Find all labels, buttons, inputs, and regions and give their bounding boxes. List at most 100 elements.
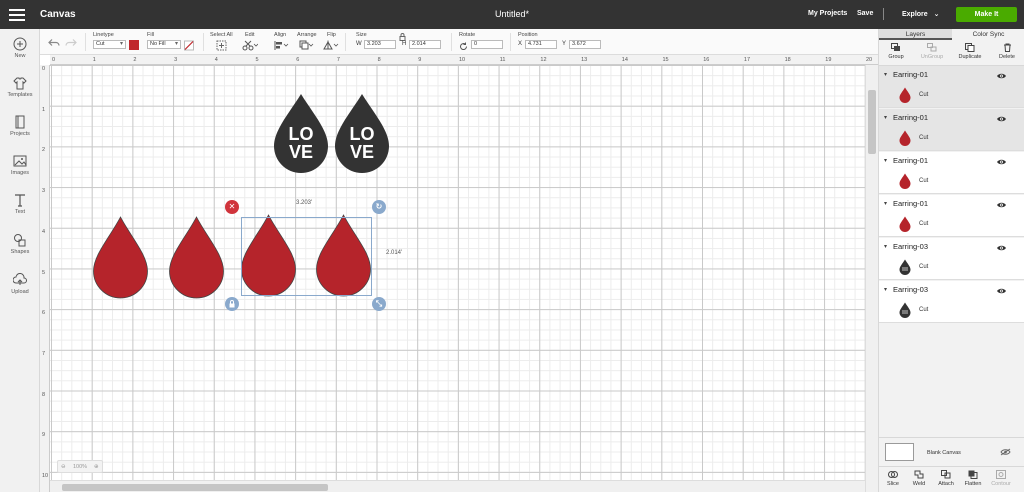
layer-visibility-toggle[interactable] <box>996 72 1007 82</box>
y-position-input[interactable]: 3.672 <box>569 40 601 49</box>
explore-label: Explore <box>902 11 928 18</box>
selection-box[interactable] <box>241 217 372 296</box>
vertical-scrollbar[interactable] <box>865 65 878 492</box>
scissors-icon[interactable] <box>242 40 258 51</box>
love-earring-shape-1[interactable]: LO VE <box>272 92 330 174</box>
layer-name: Earring-01 <box>893 156 929 165</box>
height-input[interactable]: 2.014 <box>409 40 441 49</box>
visibility-eye-icon[interactable] <box>996 201 1007 209</box>
visibility-eye-icon[interactable] <box>996 244 1007 252</box>
layer-group-row[interactable]: ▾ Earring-01 Cut <box>879 109 1024 151</box>
caret-down-icon[interactable]: ▾ <box>884 243 887 250</box>
menu-icon[interactable] <box>9 9 25 21</box>
fill-select[interactable]: No Fill <box>147 40 181 49</box>
slice-button[interactable]: Slice <box>881 470 905 487</box>
nav-label: Shapes <box>10 249 30 255</box>
layer-visibility-toggle[interactable] <box>996 115 1007 125</box>
hide-eye-icon[interactable] <box>1000 448 1011 456</box>
my-projects-link[interactable]: My Projects <box>808 10 847 17</box>
nav-new[interactable]: New <box>0 37 40 69</box>
layer-group-row[interactable]: ▾ Earring-03 Cut <box>879 238 1024 280</box>
nav-upload[interactable]: Upload <box>0 273 40 305</box>
caret-down-icon[interactable]: ▾ <box>884 286 887 293</box>
linetype-color-swatch[interactable] <box>129 40 139 50</box>
layer-group-row[interactable]: ▾ Earring-03 Cut <box>879 281 1024 323</box>
no-fill-swatch-icon[interactable] <box>184 40 194 51</box>
visibility-eye-icon[interactable] <box>996 287 1007 295</box>
love-earring-shape-2[interactable]: LO VE <box>333 92 391 174</box>
duplicate-button[interactable]: Duplicate <box>955 43 985 60</box>
horizontal-scroll-thumb[interactable] <box>62 484 328 491</box>
delete-button[interactable]: Delete <box>992 43 1022 60</box>
lock-handle-icon[interactable] <box>225 297 239 311</box>
nav-projects[interactable]: Projects <box>0 115 40 147</box>
left-toolbar: New Templates Projects Images Text Shape… <box>0 29 40 492</box>
group-button[interactable]: Group <box>881 43 911 60</box>
weld-label: Weld <box>912 481 926 487</box>
flip-icon[interactable] <box>323 40 339 51</box>
delete-handle-icon[interactable]: ✕ <box>225 200 239 214</box>
nav-templates[interactable]: Templates <box>0 76 40 108</box>
arrange-icon[interactable] <box>299 40 314 51</box>
layer-visibility-toggle[interactable] <box>996 201 1007 211</box>
design-canvas[interactable]: 0 1 2 3 4 5 6 7 8 9 10 11 12 13 14 15 16 17 18 19 20 0123456… <box>40 55 878 492</box>
blank-canvas-row[interactable]: Blank Canvas <box>879 437 1024 466</box>
resize-handle-icon[interactable]: ⤡ <box>372 297 386 311</box>
text-t-icon <box>15 194 25 207</box>
layer-group-row[interactable]: ▾ Earring-01 Cut <box>879 152 1024 194</box>
x-position-input[interactable]: 4.731 <box>525 40 557 49</box>
linetype-select[interactable]: Cut <box>93 40 126 49</box>
love-text-bottom: VE <box>289 142 313 162</box>
contour-button[interactable]: Contour <box>989 470 1013 487</box>
layer-visibility-toggle[interactable] <box>996 158 1007 168</box>
visibility-eye-icon[interactable] <box>996 115 1007 123</box>
tab-color-sync[interactable]: Color Sync <box>952 29 1024 40</box>
align-icon[interactable] <box>274 40 289 51</box>
blank-canvas-swatch[interactable] <box>885 443 914 461</box>
lock-icon[interactable] <box>399 33 406 41</box>
layer-thumbnail <box>899 130 911 148</box>
rotate-handle-icon[interactable]: ↻ <box>372 200 386 214</box>
weld-icon <box>914 470 924 479</box>
select-all-icon[interactable] <box>216 40 227 51</box>
nav-text[interactable]: Text <box>0 193 40 225</box>
width-input[interactable]: 3.203 <box>364 40 396 49</box>
nav-shapes[interactable]: Shapes <box>0 233 40 265</box>
flatten-label: Flatten <box>964 481 982 487</box>
nav-images[interactable]: Images <box>0 154 40 186</box>
visibility-eye-icon[interactable] <box>996 72 1007 80</box>
undo-icon[interactable] <box>48 37 60 48</box>
ruler-top-number: 16 <box>703 57 710 63</box>
layer-visibility-toggle[interactable] <box>996 287 1007 297</box>
rotate-label: Rotate <box>459 32 476 38</box>
red-earring-shape-2[interactable] <box>168 215 225 301</box>
caret-down-icon[interactable]: ▾ <box>884 114 887 121</box>
app-title: Canvas <box>40 9 76 20</box>
layer-group-row[interactable]: ▾ Earring-01 Cut <box>879 66 1024 108</box>
edit-toolbar: Linetype Cut Fill No Fill Select All Edi… <box>40 29 878 55</box>
caret-down-icon[interactable]: ▾ <box>884 71 887 78</box>
layer-group-row[interactable]: ▾ Earring-01 Cut <box>879 195 1024 237</box>
flatten-icon <box>968 470 978 479</box>
group-icon <box>891 43 900 51</box>
tab-layers[interactable]: Layers <box>879 29 952 40</box>
vertical-scroll-thumb[interactable] <box>868 90 876 154</box>
attach-button[interactable]: Attach <box>934 470 958 487</box>
make-it-button[interactable]: Make It <box>956 7 1017 22</box>
red-earring-shape-1[interactable] <box>92 215 149 301</box>
rotate-input[interactable]: 0 <box>471 40 503 49</box>
caret-down-icon[interactable]: ▾ <box>884 157 887 164</box>
horizontal-scrollbar[interactable] <box>50 480 865 492</box>
ruler-top-number: 5 <box>255 57 259 63</box>
weld-button[interactable]: Weld <box>907 470 931 487</box>
ungroup-button[interactable]: UnGroup <box>917 43 947 60</box>
redo-icon[interactable] <box>65 37 77 48</box>
save-link[interactable]: Save <box>857 10 873 17</box>
visibility-eye-icon[interactable] <box>996 158 1007 166</box>
explore-menu[interactable]: Explore ⌄ <box>902 10 940 18</box>
caret-down-icon[interactable]: ▾ <box>884 200 887 207</box>
layer-visibility-toggle[interactable] <box>996 244 1007 254</box>
zoom-out-icon[interactable]: ⊖ <box>61 464 66 470</box>
zoom-in-icon[interactable]: ⊕ <box>94 464 99 470</box>
flatten-button[interactable]: Flatten <box>961 470 985 487</box>
